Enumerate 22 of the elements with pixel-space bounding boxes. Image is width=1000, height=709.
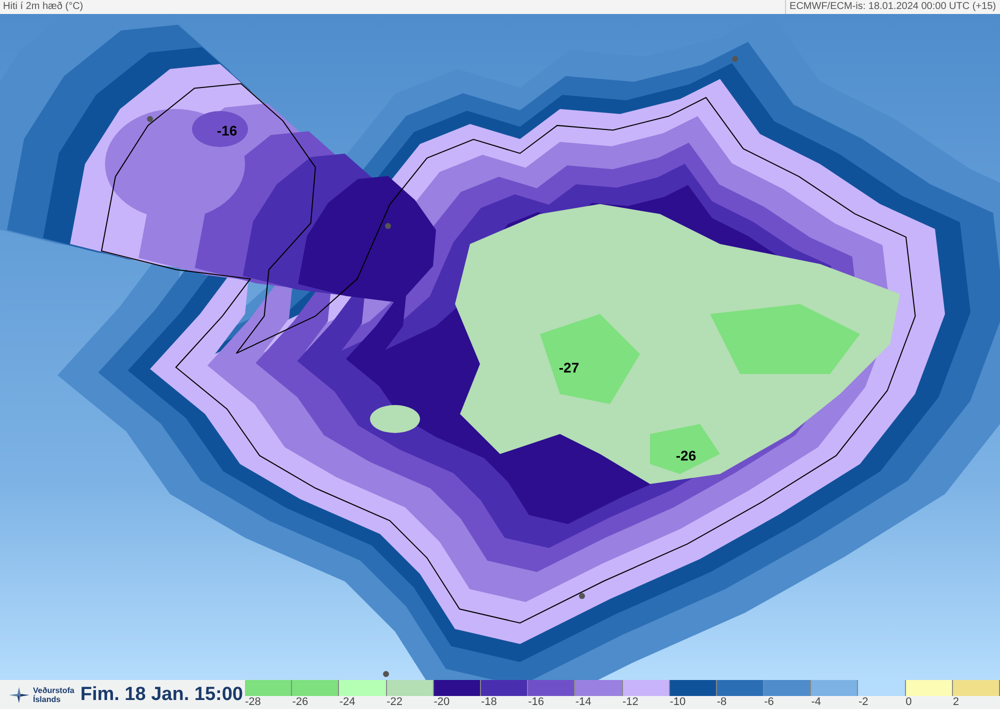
legend-label: -10 (670, 696, 687, 708)
logo-text: Veðurstofa (33, 686, 74, 694)
legend-label: -8 (716, 696, 728, 708)
legend-label: 0 (906, 696, 913, 708)
legend-label: -26 (292, 696, 310, 708)
temperature-map-drawing: -16 -27 -26 (0, 14, 1000, 680)
legend-label: -18 (480, 696, 498, 708)
legend-label: -24 (339, 696, 356, 708)
legend-label: -28 (245, 696, 262, 708)
valid-time: Fim. 18 Jan. 15:00 (80, 684, 244, 706)
legend-label: 2 (952, 696, 960, 708)
legend-label: -2 (858, 696, 870, 708)
legend-label: -4 (811, 696, 822, 708)
legend-label: -14 (575, 696, 592, 708)
legend-label: -12 (622, 696, 640, 708)
logo-text: Íslands (33, 694, 62, 704)
legend-label: -6 (764, 696, 775, 708)
legend-label: -16 (528, 696, 546, 708)
legend-label: -22 (386, 696, 404, 708)
star-logo-icon (8, 686, 30, 704)
legend-label: -20 (434, 696, 451, 708)
map-title: Hiti í 2m hæð (°C) (2, 0, 84, 14)
